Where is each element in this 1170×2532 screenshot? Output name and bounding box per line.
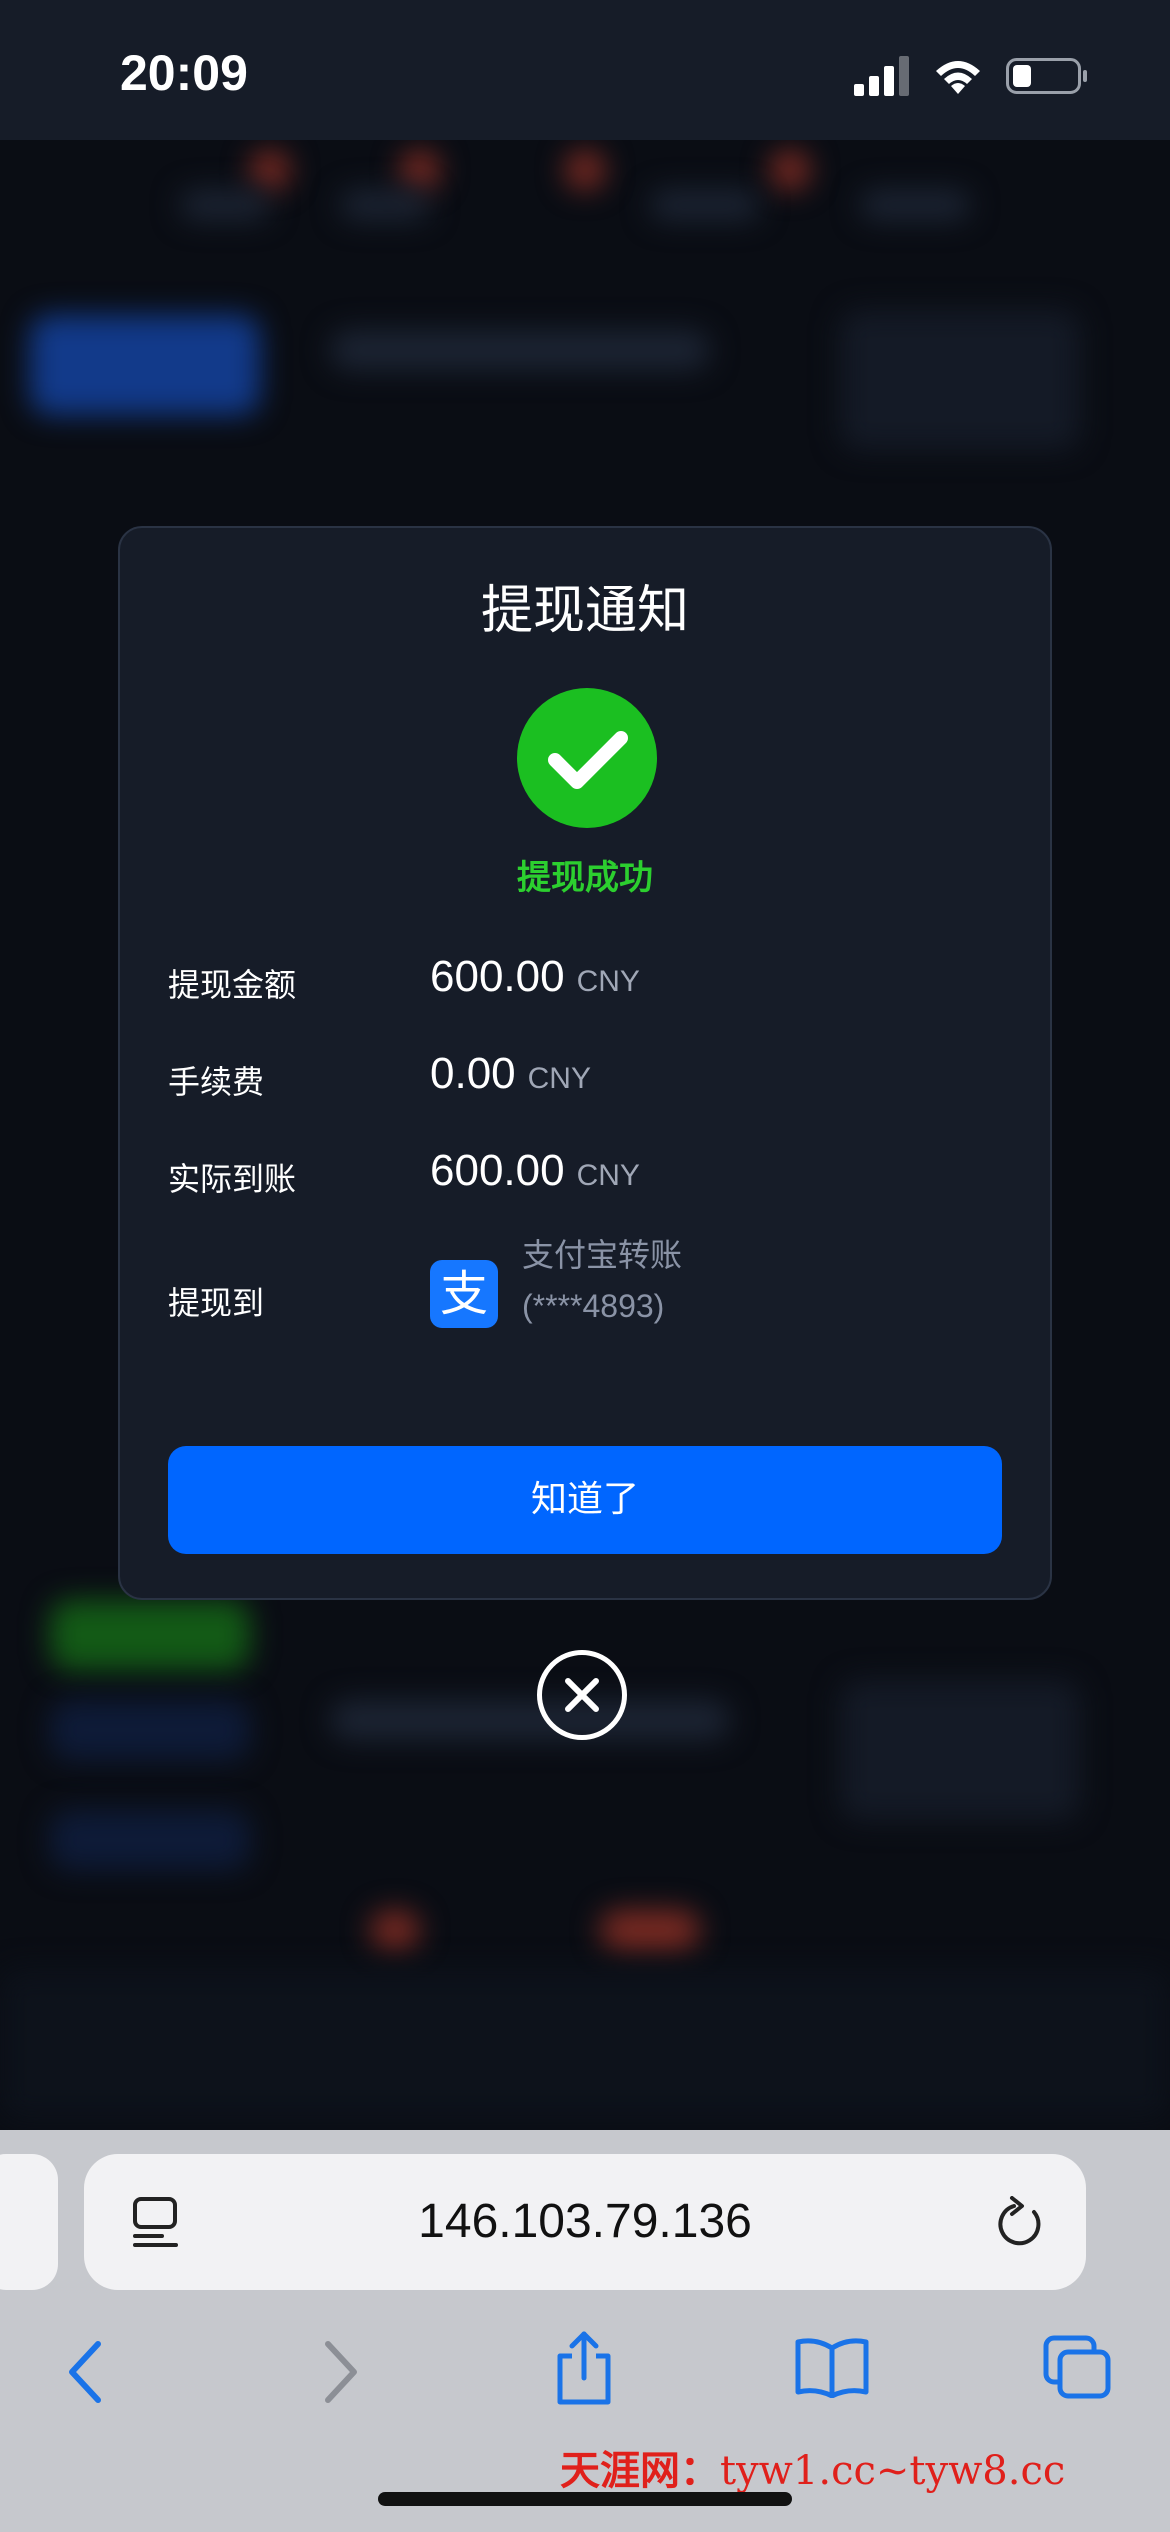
withdrawal-notification-modal: 提现通知 提现成功 提现金额 600.00 CNY 手续费 0.00 CNY 实际到… [118, 526, 1052, 1600]
payment-method-name: 支付宝转账 [522, 1236, 683, 1274]
share-icon[interactable] [552, 2330, 616, 2406]
home-indicator [378, 2492, 792, 2506]
row-label: 提现金额 [168, 966, 297, 1004]
close-icon[interactable] [537, 1650, 627, 1740]
currency-label: CNY [576, 1159, 640, 1192]
received-amount-row: 实际到账 600.00 CNY [168, 1140, 1002, 1210]
currency-label: CNY [576, 965, 640, 998]
currency-label: CNY [527, 1062, 591, 1095]
tabs-icon[interactable] [1042, 2334, 1112, 2400]
bookmarks-icon[interactable] [794, 2336, 870, 2398]
status-time: 20:09 [120, 45, 248, 101]
success-status-text: 提现成功 [517, 858, 653, 898]
fee-value: 0.00 CNY [430, 1049, 591, 1098]
fee-row: 手续费 0.00 CNY [168, 1043, 1002, 1113]
forward-icon[interactable] [320, 2340, 360, 2404]
withdraw-amount-row: 提现金额 600.00 CNY [168, 946, 1002, 1016]
back-icon[interactable] [66, 2340, 106, 2404]
received-value: 600.00 CNY [430, 1146, 640, 1195]
withdraw-destination-row: 提现到 支 支付宝转账 (****4893) [168, 1236, 1002, 1330]
url-text: 146.103.79.136 [418, 2195, 752, 2248]
row-label: 实际到账 [168, 1160, 297, 1198]
alipay-icon: 支 [430, 1260, 498, 1328]
reload-icon[interactable] [994, 2196, 1046, 2250]
amount-value: 600.00 CNY [430, 952, 640, 1001]
address-bar[interactable]: 146.103.79.136 [84, 2154, 1086, 2290]
battery-icon [1006, 58, 1087, 94]
payment-account: (****4893) [522, 1288, 665, 1324]
modal-title: 提现通知 [480, 581, 689, 641]
watermark: 天涯网：tyw1.cc~tyw8.cc [560, 2447, 1066, 2494]
status-bar: 20:09 [0, 0, 1170, 140]
cellular-signal-icon [854, 56, 909, 96]
browser-nav-row [0, 2320, 1170, 2430]
row-label: 手续费 [168, 1063, 265, 1101]
confirm-button[interactable]: 知道了 [168, 1446, 1002, 1554]
previous-tab[interactable] [0, 2154, 58, 2290]
wifi-icon [936, 61, 980, 94]
status-icons [854, 56, 1088, 96]
row-label: 提现到 [168, 1284, 265, 1322]
success-check-icon [517, 688, 657, 828]
